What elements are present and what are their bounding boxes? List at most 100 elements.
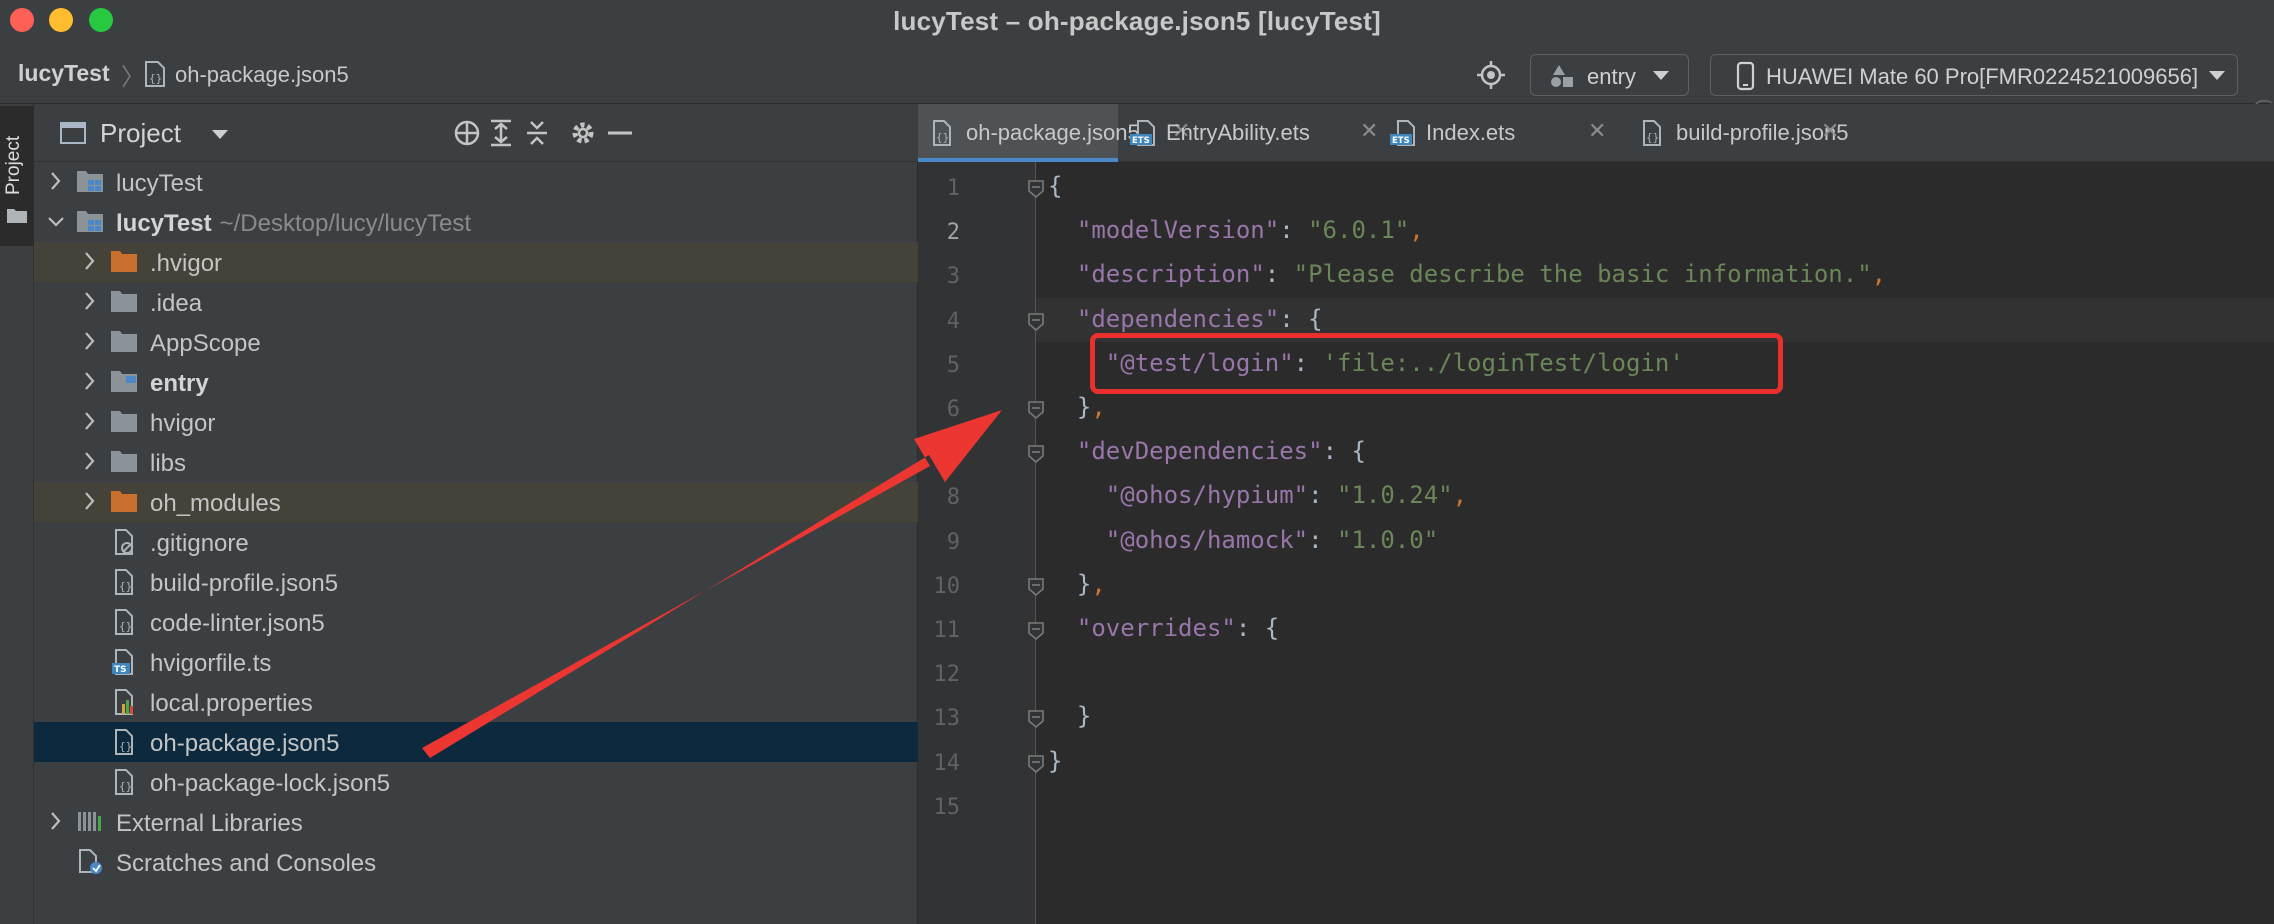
project-stripe-label[interactable]: Project <box>3 136 25 195</box>
device-select[interactable]: HUAWEI Mate 60 Pro[FMR0224521009656] <box>1710 54 2238 96</box>
editor-tab-label: oh-package.json5 <box>966 120 1140 145</box>
json-file-icon: {} <box>110 568 140 601</box>
code-line[interactable]: } <box>1048 747 1062 775</box>
tree-item[interactable]: TS hvigorfile.ts <box>34 642 918 682</box>
tree-item[interactable]: .hvigor <box>34 242 918 282</box>
phone-icon <box>1735 61 1757 96</box>
tree-item[interactable]: Scratches and Consoles <box>34 842 918 882</box>
tree-item[interactable]: local.properties <box>34 682 918 722</box>
expand-all-icon[interactable] <box>486 118 516 153</box>
tree-item[interactable]: .gitignore <box>34 522 918 562</box>
chevron-right-icon[interactable] <box>82 290 98 317</box>
project-panel-header: Project <box>34 104 918 162</box>
tree-item[interactable]: {} build-profile.json5 <box>34 562 918 602</box>
tree-item-label: hvigor <box>150 410 216 437</box>
module-config-icon <box>1547 63 1579 94</box>
folder-icon <box>110 408 140 439</box>
fold-marker-icon[interactable] <box>1026 620 1046 647</box>
tree-item[interactable]: lucyTest <box>34 162 918 202</box>
tree-item[interactable]: lucyTest ~/Desktop/lucy/lucyTest <box>34 202 918 242</box>
hide-panel-icon[interactable] <box>606 118 634 153</box>
tree-item-label: AppScope <box>150 330 261 357</box>
fold-marker-icon[interactable] <box>1026 399 1046 426</box>
fold-marker-icon[interactable] <box>1026 708 1046 735</box>
libraries-icon <box>76 808 106 839</box>
fold-marker-icon[interactable] <box>1026 443 1046 470</box>
svg-text:ETS: ETS <box>1392 136 1410 146</box>
tree-item[interactable]: libs <box>34 442 918 482</box>
tree-item-label: local.properties <box>150 690 313 717</box>
json-file-icon: {} <box>110 768 140 801</box>
excluded-folder-icon <box>110 488 140 519</box>
tree-item[interactable]: entry <box>34 362 918 402</box>
folder-icon[interactable] <box>6 206 28 229</box>
tree-item-label: libs <box>150 450 187 477</box>
editor-tab[interactable]: ETS EntryAbility.ets ✕ <box>1118 104 1378 162</box>
fold-marker-icon[interactable] <box>1026 311 1046 338</box>
folder-icon <box>110 328 140 359</box>
breadcrumb-project[interactable]: lucyTest <box>18 60 110 87</box>
chevron-right-icon[interactable] <box>48 170 64 197</box>
code-line[interactable]: "modelVersion": "6.0.1", <box>1048 216 1424 244</box>
fold-marker-icon[interactable] <box>1026 178 1046 205</box>
code-line[interactable]: } <box>1048 702 1091 730</box>
chevron-down-icon[interactable] <box>48 210 64 237</box>
code-line[interactable]: }, <box>1048 570 1106 598</box>
line-number: 5 <box>946 352 960 378</box>
svg-text:{}: {} <box>119 740 132 753</box>
tree-item[interactable]: External Libraries <box>34 802 918 842</box>
close-icon[interactable]: ✕ <box>1821 118 1839 144</box>
tree-item-label: entry <box>150 370 209 397</box>
tree-item[interactable]: {} oh-package-lock.json5 <box>34 762 918 802</box>
editor-tab-label: EntryAbility.ets <box>1166 120 1310 145</box>
tree-item[interactable]: oh_modules <box>34 482 918 522</box>
tool-window-icon <box>60 122 86 144</box>
tree-item-label: .hvigor <box>150 250 223 277</box>
gear-icon[interactable] <box>568 118 598 153</box>
chevron-right-icon[interactable] <box>82 250 98 277</box>
chevron-right-icon[interactable] <box>82 410 98 437</box>
run-configuration-select[interactable]: entry <box>1530 54 1689 96</box>
tree-item[interactable]: {} code-linter.json5 <box>34 602 918 642</box>
module-folder-icon <box>76 168 106 199</box>
tree-item[interactable]: AppScope <box>34 322 918 362</box>
tree-item-label: build-profile.json5 <box>150 570 339 597</box>
code-line[interactable]: "@ohos/hamock": "1.0.0" <box>1048 526 1438 554</box>
code-line[interactable]: "dependencies": { <box>1048 305 1323 333</box>
tree-item[interactable]: {} oh-package.json5 <box>34 722 918 762</box>
json-file-icon: {} <box>1640 119 1666 152</box>
line-number: 12 <box>933 662 961 688</box>
code-line[interactable]: { <box>1048 172 1062 200</box>
code-line[interactable]: "@ohos/hypium": "1.0.24", <box>1048 481 1467 509</box>
fold-marker-icon[interactable] <box>1026 753 1046 780</box>
close-icon[interactable]: ✕ <box>1360 118 1378 144</box>
collapse-all-icon[interactable] <box>522 118 552 153</box>
code-line[interactable]: "description": "Please describe the basi… <box>1048 260 1886 288</box>
chevron-down-icon[interactable] <box>212 130 228 139</box>
line-number: 1 <box>946 176 960 201</box>
tree-item[interactable]: .idea <box>34 282 918 322</box>
tree-item[interactable]: hvigor <box>34 402 918 442</box>
chevron-right-icon[interactable] <box>48 810 64 837</box>
target-icon[interactable] <box>1476 60 1506 95</box>
device-label: HUAWEI Mate 60 Pro[FMR0224521009656] <box>1766 64 2199 89</box>
editor-tab[interactable]: {} oh-package.json5 ✕ <box>918 104 1190 162</box>
fold-marker-icon[interactable] <box>1026 576 1046 603</box>
chevron-right-icon[interactable] <box>82 330 98 357</box>
code-line[interactable]: "overrides": { <box>1048 614 1279 642</box>
project-panel-title[interactable]: Project <box>100 118 181 149</box>
chevron-right-icon[interactable] <box>82 490 98 517</box>
close-icon[interactable]: ✕ <box>1588 118 1606 144</box>
editor-tab[interactable]: {} build-profile.json5 ✕ <box>1628 104 1928 162</box>
code-line[interactable]: "devDependencies": { <box>1048 437 1366 465</box>
chevron-down-icon <box>1653 71 1669 80</box>
editor-tab[interactable]: ETS Index.ets ✕ <box>1378 104 1628 162</box>
chevron-right-icon[interactable] <box>82 450 98 477</box>
breadcrumb-file[interactable]: oh-package.json5 <box>175 62 349 88</box>
json-file-icon: {} <box>110 728 140 761</box>
chevron-right-icon[interactable] <box>82 370 98 397</box>
tree-item-label: code-linter.json5 <box>150 610 325 637</box>
code-line[interactable]: }, <box>1048 393 1106 421</box>
select-opened-file-icon[interactable] <box>452 118 482 153</box>
scratches-icon <box>76 848 106 881</box>
